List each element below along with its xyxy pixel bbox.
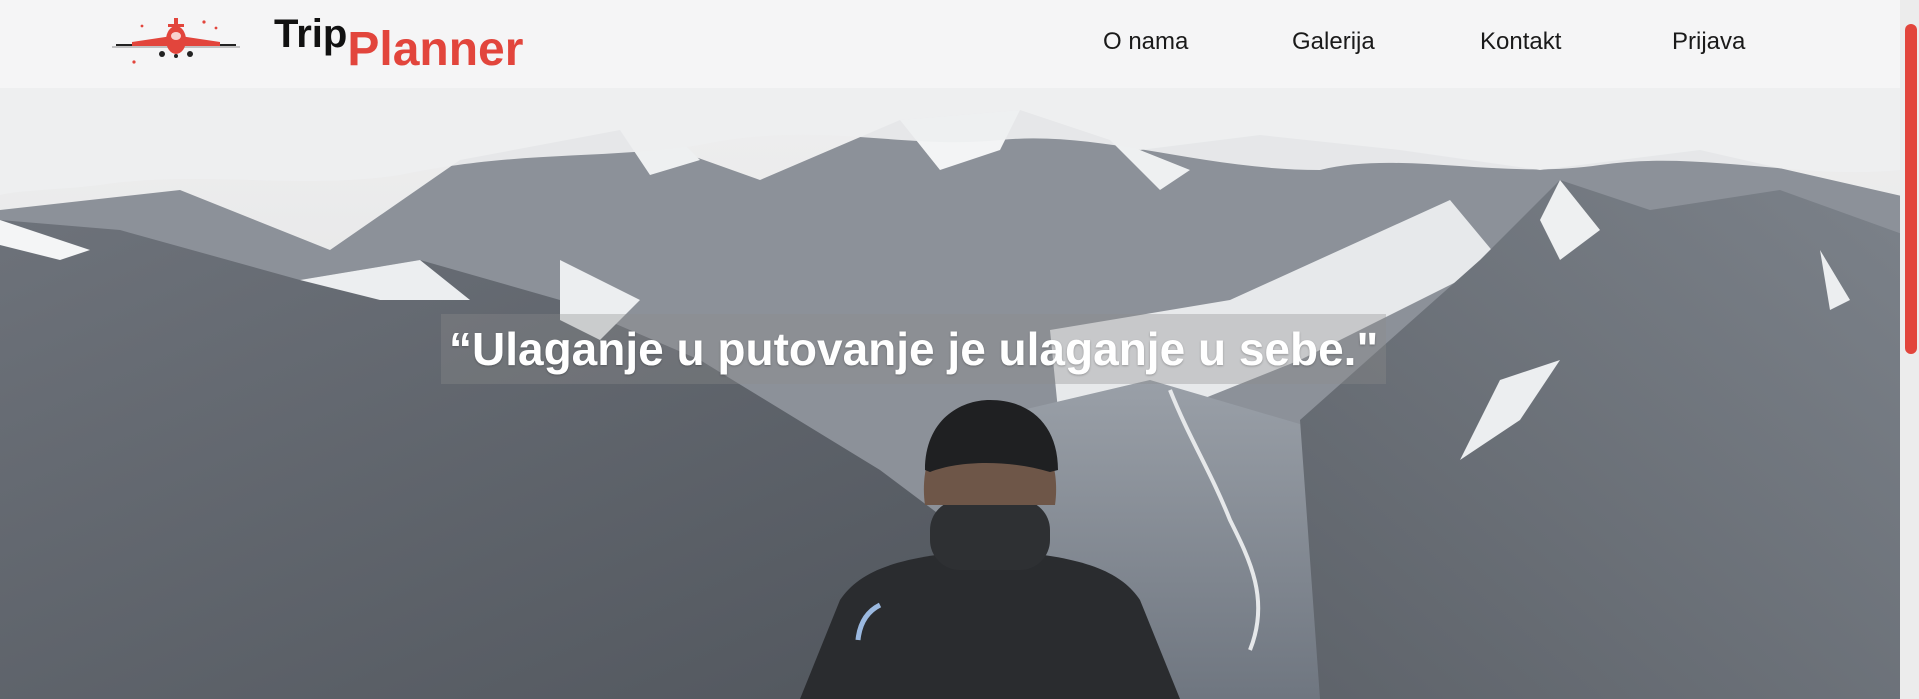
logo-link[interactable] bbox=[112, 16, 240, 66]
nav-link-o-nama[interactable]: O nama bbox=[1103, 28, 1188, 56]
hero-quote: “Ulaganje u putovanje je ulaganje u sebe… bbox=[441, 314, 1387, 384]
site-header: TripPlanner O nama Galerija Kontakt Prij… bbox=[0, 0, 1900, 88]
nav-link-prijava[interactable]: Prijava bbox=[1672, 28, 1745, 56]
nav-link-galerija[interactable]: Galerija bbox=[1292, 28, 1375, 56]
scrollbar-thumb[interactable] bbox=[1905, 24, 1917, 354]
brand-trip: Trip bbox=[274, 12, 348, 56]
page-scrollbar[interactable] bbox=[1900, 0, 1919, 699]
airplane-icon bbox=[112, 18, 240, 64]
brand-planner: Planner bbox=[347, 23, 524, 76]
nav-link-kontakt[interactable]: Kontakt bbox=[1480, 28, 1561, 56]
brand-name: TripPlanner bbox=[274, 12, 523, 76]
